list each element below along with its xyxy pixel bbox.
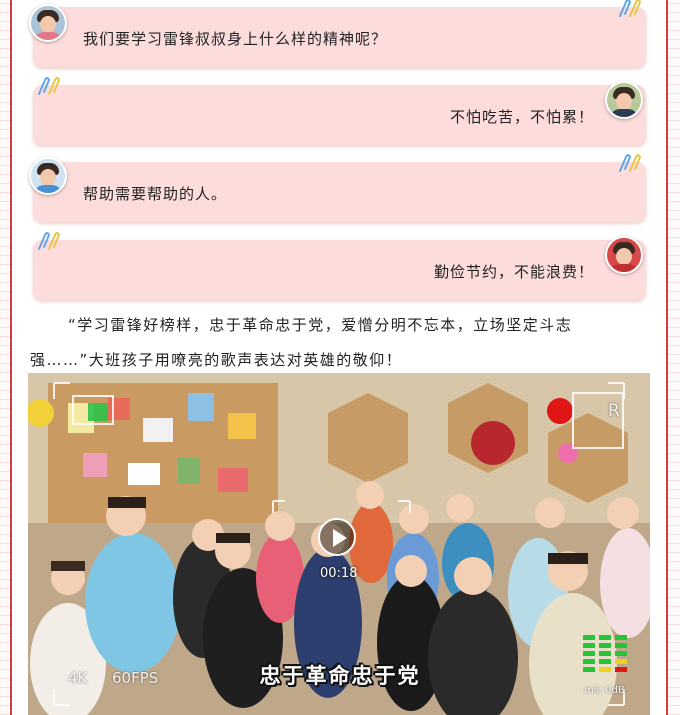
- video-duration: 00:18: [320, 566, 358, 581]
- play-button[interactable]: [318, 518, 356, 556]
- page-frame-right: [666, 0, 668, 715]
- avatar-child-1: [605, 81, 643, 119]
- avatar-teacher: [29, 4, 67, 42]
- hud-rec-indicator: R: [608, 401, 620, 421]
- dialogue-bubble-4: 勤俭节约，不能浪费！: [33, 232, 646, 300]
- avatar-child-3: [605, 236, 643, 274]
- dialogue-text-4: 勤俭节约，不能浪费！: [433, 263, 594, 281]
- dialogue-bubble-1: 我们要学习雷锋叔叔身上什么样的精神呢？: [33, 0, 646, 67]
- dialogue-text-1: 我们要学习雷锋叔叔身上什么样的精神呢？: [83, 30, 388, 48]
- video-subtitle: 忠于革命忠于党: [259, 664, 421, 688]
- avatar-child-2: [29, 157, 67, 195]
- dialogue-text-3: 帮助需要帮助的人。: [83, 185, 228, 203]
- paperclip-icon: [38, 77, 61, 95]
- paperclip-icon: [619, 154, 642, 172]
- dialogue-text-2: 不怕吃苦，不怕累！: [449, 108, 594, 126]
- paperclip-icon: [38, 232, 61, 250]
- paragraph-line-1: “学习雷锋好榜样，忠于革命忠于党，爱憎分明不忘本，立场坚定斗志: [68, 316, 573, 334]
- paperclip-icon: [619, 0, 642, 17]
- article-paragraph: “学习雷锋好榜样，忠于革命忠于党，爱憎分明不忘本，立场坚定斗志 强……”大班孩子…: [30, 308, 650, 378]
- dialogue-bubble-2: 不怕吃苦，不怕累！: [33, 77, 646, 145]
- dialogue-bubble-3: 帮助需要帮助的人。: [33, 154, 646, 222]
